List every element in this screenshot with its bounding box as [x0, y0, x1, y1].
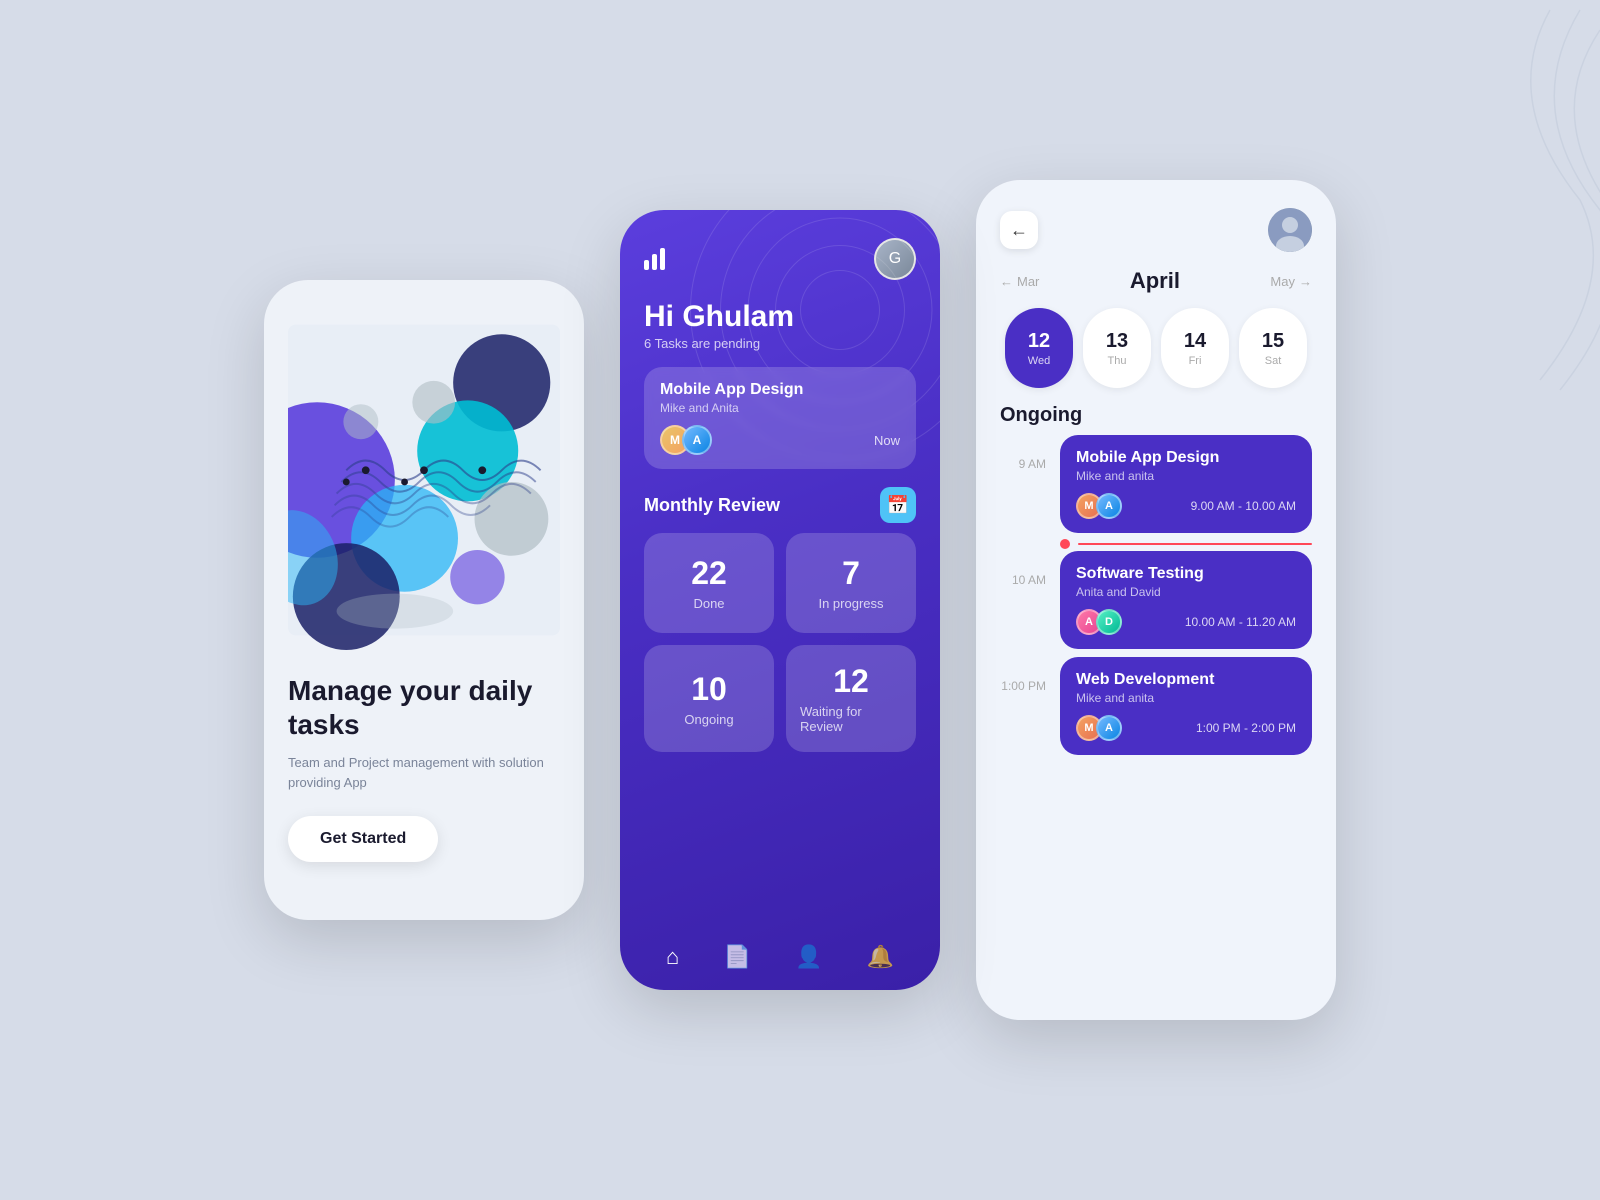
sched-av-3b: A [1096, 715, 1122, 741]
stat-inprogress-number: 7 [842, 555, 860, 592]
sched-title-3: Web Development [1076, 671, 1296, 689]
date-13-num: 13 [1106, 330, 1128, 353]
sched-time-2: 10.00 AM - 11.20 AM [1185, 615, 1296, 629]
current-month: April [1130, 268, 1180, 294]
dashboard-phone: G Hi Ghulam 6 Tasks are pending Mobile A… [620, 210, 940, 990]
stat-done: 22 Done [644, 533, 774, 633]
sched-avatars-2: A D [1076, 609, 1122, 635]
task-title: Mobile App Design [660, 381, 900, 399]
splash-subtitle: Team and Project management with solutio… [288, 753, 560, 792]
greeting-name: Hi Ghulam [644, 300, 916, 334]
calendar-header: ← [976, 180, 1336, 252]
sched-card-software-testing[interactable]: Software Testing Anita and David A D 10.… [1060, 551, 1312, 649]
date-13-day: Thu [1108, 355, 1127, 367]
timeline-dot [1060, 539, 1070, 549]
schedule-list: 9 AM Mobile App Design Mike and anita M … [976, 427, 1336, 1020]
task-card[interactable]: Mobile App Design Mike and Anita M A Now [644, 367, 916, 469]
sched-card-mobile-app[interactable]: Mobile App Design Mike and anita M A 9.0… [1060, 435, 1312, 533]
stat-waiting-label: Waiting for Review [800, 704, 902, 734]
nav-home-icon[interactable]: ⌂ [666, 944, 679, 970]
nav-bell-icon[interactable]: 🔔 [866, 944, 893, 970]
greeting-section: Hi Ghulam 6 Tasks are pending [620, 280, 940, 351]
next-month-label: May [1270, 274, 1295, 289]
stat-done-number: 22 [691, 555, 727, 592]
sched-title-2: Software Testing [1076, 565, 1296, 583]
schedule-row-3: 1:00 PM Web Development Mike and anita M… [1000, 657, 1312, 755]
sched-footer-3: M A 1:00 PM - 2:00 PM [1076, 715, 1296, 741]
date-12-day: Wed [1028, 355, 1050, 367]
splash-phone: Manage your daily tasks Team and Project… [264, 280, 584, 920]
date-12-num: 12 [1028, 330, 1050, 353]
sched-card-web-dev[interactable]: Web Development Mike and anita M A 1:00 … [1060, 657, 1312, 755]
date-12[interactable]: 12 Wed [1005, 308, 1073, 388]
back-button[interactable]: ← [1000, 211, 1038, 249]
prev-month-button[interactable]: ← Mar [1000, 274, 1039, 289]
next-month-button[interactable]: May → [1270, 274, 1312, 289]
time-1pm: 1:00 PM [1000, 657, 1046, 693]
phones-container: Manage your daily tasks Team and Project… [264, 180, 1336, 1020]
sched-av-2b: D [1096, 609, 1122, 635]
splash-title: Manage your daily tasks [288, 674, 560, 741]
calendar-avatar[interactable] [1268, 208, 1312, 252]
task-members: Mike and Anita [660, 401, 900, 415]
stat-ongoing: 10 Ongoing [644, 645, 774, 752]
nav-docs-icon[interactable]: 📄 [723, 944, 750, 970]
stat-done-label: Done [693, 596, 724, 611]
splash-art [288, 310, 560, 650]
sched-footer-1: M A 9.00 AM - 10.00 AM [1076, 493, 1296, 519]
stat-inprogress: 7 In progress [786, 533, 916, 633]
sched-avatars-3: M A [1076, 715, 1122, 741]
sched-time-1: 9.00 AM - 10.00 AM [1191, 499, 1296, 513]
timeline-marker [1000, 537, 1312, 551]
date-15-num: 15 [1262, 330, 1284, 353]
menu-icon[interactable] [644, 248, 665, 270]
timeline-line [1078, 543, 1312, 545]
month-navigation: ← Mar April May → [976, 252, 1336, 294]
sched-sub-2: Anita and David [1076, 585, 1296, 599]
stat-waiting-number: 12 [833, 663, 869, 700]
user-avatar[interactable]: G [874, 238, 916, 280]
date-14-num: 14 [1184, 330, 1206, 353]
date-15[interactable]: 15 Sat [1239, 308, 1307, 388]
schedule-row-1: 9 AM Mobile App Design Mike and anita M … [1000, 435, 1312, 533]
tasks-pending: 6 Tasks are pending [644, 336, 916, 351]
nav-profile-icon[interactable]: 👤 [795, 944, 822, 970]
sched-title-1: Mobile App Design [1076, 449, 1296, 467]
bottom-navigation: ⌂ 📄 👤 🔔 [620, 928, 940, 990]
task-footer: M A Now [660, 425, 900, 455]
monthly-review-title: Monthly Review [644, 495, 780, 516]
get-started-button[interactable]: Get Started [288, 816, 438, 862]
date-14-day: Fri [1189, 355, 1202, 367]
time-10am: 10 AM [1000, 551, 1046, 587]
stat-inprogress-label: In progress [818, 596, 883, 611]
stat-waiting: 12 Waiting for Review [786, 645, 916, 752]
sched-sub-3: Mike and anita [1076, 691, 1296, 705]
sched-avatars-1: M A [1076, 493, 1122, 519]
stat-ongoing-label: Ongoing [684, 712, 733, 727]
calendar-button[interactable]: 📅 [880, 487, 916, 523]
stats-grid: 22 Done 7 In progress 10 Ongoing 12 Wait… [620, 533, 940, 752]
sched-footer-2: A D 10.00 AM - 11.20 AM [1076, 609, 1296, 635]
schedule-row-2: 10 AM Software Testing Anita and David A… [1000, 551, 1312, 649]
time-9am: 9 AM [1000, 435, 1046, 471]
sched-av-1b: A [1096, 493, 1122, 519]
avatar-anita: A [682, 425, 712, 455]
dashboard-header: G [620, 210, 940, 280]
monthly-review-header: Monthly Review 📅 [620, 469, 940, 533]
splash-text: Manage your daily tasks Team and Project… [288, 674, 560, 880]
avatar-image: G [876, 240, 914, 278]
dates-row: 12 Wed 13 Thu 14 Fri 15 Sat [976, 294, 1336, 388]
date-15-day: Sat [1265, 355, 1282, 367]
date-13[interactable]: 13 Thu [1083, 308, 1151, 388]
ongoing-label: Ongoing [976, 388, 1336, 427]
sched-sub-1: Mike and anita [1076, 469, 1296, 483]
sched-time-3: 1:00 PM - 2:00 PM [1196, 721, 1296, 735]
prev-month-label: Mar [1017, 274, 1039, 289]
date-14[interactable]: 14 Fri [1161, 308, 1229, 388]
stat-ongoing-number: 10 [691, 671, 727, 708]
task-avatars: M A [660, 425, 712, 455]
calendar-phone: ← ← Mar April May → 12 Wed [976, 180, 1336, 1020]
task-time: Now [874, 433, 900, 448]
